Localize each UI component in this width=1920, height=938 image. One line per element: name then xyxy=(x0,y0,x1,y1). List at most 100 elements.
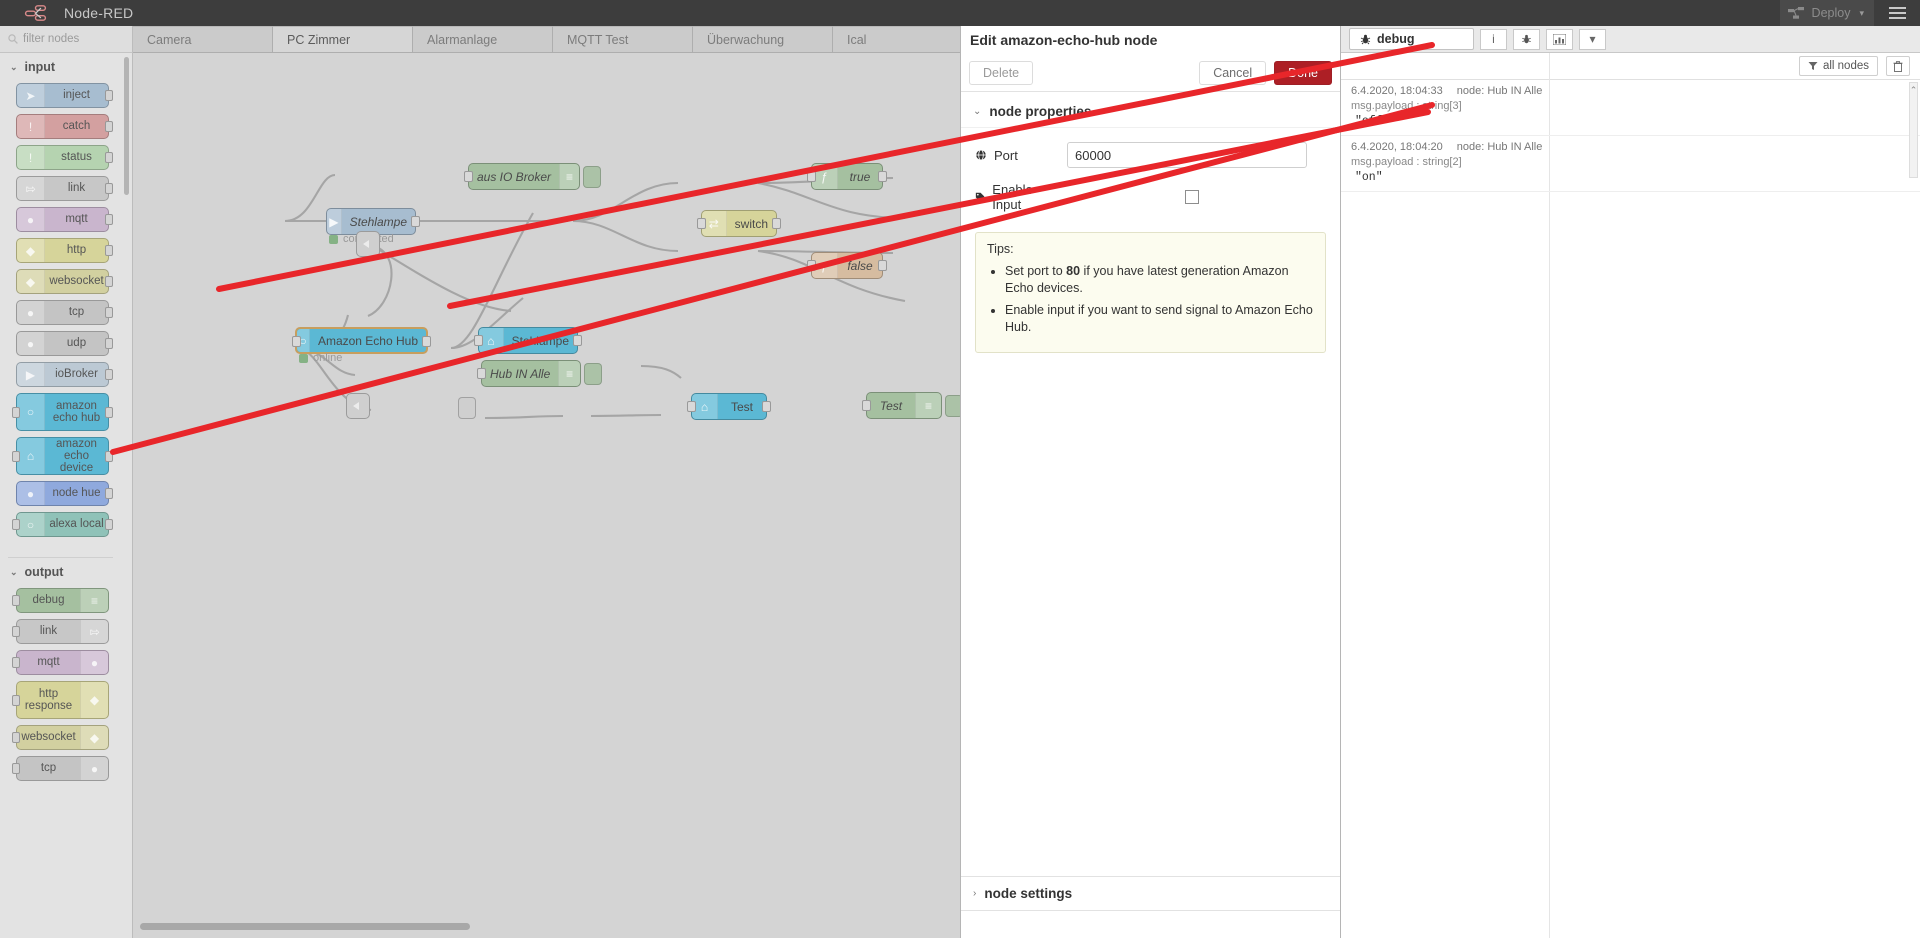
palette-node-node-hue[interactable]: ● node hue xyxy=(16,481,113,506)
info-icon[interactable]: i xyxy=(1480,28,1507,50)
palette-node-websocket[interactable]: ◆ websocket xyxy=(16,269,113,294)
link-node-a[interactable] xyxy=(356,231,380,257)
port-out[interactable] xyxy=(105,407,113,418)
port-out[interactable] xyxy=(105,276,113,287)
hamburger-menu-icon[interactable] xyxy=(1874,0,1920,26)
deploy-button[interactable]: Deploy ▾ xyxy=(1779,0,1874,26)
flow-tab-pc-zimmer[interactable]: PC Zimmer xyxy=(273,26,413,52)
done-button[interactable]: Done xyxy=(1274,60,1332,85)
palette-node-amazon-echo-hub[interactable]: ○ amazon echo hub xyxy=(12,393,113,431)
palette-scrollbar[interactable] xyxy=(124,57,129,195)
port-in[interactable] xyxy=(12,595,20,606)
port-out[interactable] xyxy=(105,245,113,256)
palette-node-tcp[interactable]: ● tcp xyxy=(16,300,113,325)
debug-scrollbar[interactable]: ⌃ xyxy=(1909,82,1918,178)
palette-node-catch[interactable]: ! catch xyxy=(16,114,113,139)
canvas-node-test-dbg[interactable]: ≡ Test xyxy=(862,392,942,419)
palette-node-inject[interactable]: ➤ inject xyxy=(16,83,113,108)
node-port-in[interactable] xyxy=(477,368,486,379)
tab-debug[interactable]: debug xyxy=(1349,28,1474,50)
palette-node-tcp[interactable]: ● tcp xyxy=(12,756,109,781)
node-port-out[interactable] xyxy=(772,218,781,229)
palette-node-iobroker[interactable]: ▶ ioBroker xyxy=(16,362,113,387)
port-in[interactable] xyxy=(12,519,20,530)
port-out[interactable] xyxy=(105,338,113,349)
port-in[interactable] xyxy=(12,763,20,774)
port-out[interactable] xyxy=(105,488,113,499)
node-port-in[interactable] xyxy=(687,401,696,412)
node-port-in[interactable] xyxy=(292,336,301,347)
canvas-node-amazon-echo-hub[interactable]: ○ Amazon Echo Hub xyxy=(292,327,431,354)
canvas-node-true-1[interactable]: ƒ true xyxy=(807,163,887,190)
node-port-out[interactable] xyxy=(762,401,771,412)
delete-button[interactable]: Delete xyxy=(969,60,1034,85)
port-in[interactable] xyxy=(12,626,20,637)
node-settings-section-header[interactable]: › node settings xyxy=(961,876,1340,910)
inject-stub-node[interactable] xyxy=(458,397,476,419)
chevron-down-icon[interactable]: ▾ xyxy=(1859,8,1864,19)
palette-category-output[interactable]: ⌄ output xyxy=(0,558,121,586)
canvas-node-switch[interactable]: ⇄ switch xyxy=(697,210,781,237)
flow-tab-ical[interactable]: Ical xyxy=(833,26,973,52)
flow-tab-camera[interactable]: Camera xyxy=(133,26,273,52)
debug-message[interactable]: 6.4.2020, 18:04:20 node: Hub IN Alle msg.p… xyxy=(1341,136,1920,192)
palette-search[interactable] xyxy=(0,26,133,53)
debug-message-list[interactable]: 6.4.2020, 18:04:33 node: Hub IN Alle msg.p… xyxy=(1341,80,1920,936)
port-in[interactable] xyxy=(12,451,20,462)
canvas-node-hub-in-alle[interactable]: ≡ Hub IN Alle xyxy=(477,360,581,387)
flow-tab-alarmanlage[interactable]: Alarmanlage xyxy=(413,26,553,52)
palette-node-mqtt[interactable]: ● mqtt xyxy=(12,650,109,675)
port-in[interactable] xyxy=(12,732,20,743)
node-port-in[interactable] xyxy=(862,400,871,411)
search-input[interactable] xyxy=(23,33,123,45)
palette-node-link[interactable]: ⇰ link xyxy=(16,176,113,201)
node-trailer-hub-in-alle[interactable] xyxy=(584,363,602,385)
link-node-b[interactable] xyxy=(346,393,370,419)
palette-node-debug[interactable]: ≡ debug xyxy=(12,588,109,613)
node-port-in[interactable] xyxy=(807,171,816,182)
flow-tab-mqtt-test[interactable]: MQTT Test xyxy=(553,26,693,52)
port-out[interactable] xyxy=(105,451,113,462)
chart-icon[interactable] xyxy=(1546,28,1573,50)
trash-icon[interactable] xyxy=(1886,56,1910,76)
port-out[interactable] xyxy=(105,121,113,132)
node-port-out[interactable] xyxy=(411,216,420,227)
enable-input-checkbox[interactable] xyxy=(1185,190,1199,204)
node-palette[interactable]: ⌄ input ➤ inject! catch! status ⇰ link ● mqtt ◆ htt… xyxy=(0,53,133,938)
debug-message[interactable]: 6.4.2020, 18:04:33 node: Hub IN Alle msg.p… xyxy=(1341,80,1920,136)
port-out[interactable] xyxy=(105,214,113,225)
port-in[interactable] xyxy=(12,695,20,706)
node-port-out[interactable] xyxy=(573,335,582,346)
cancel-button[interactable]: Cancel xyxy=(1199,60,1267,85)
node-port-in[interactable] xyxy=(464,171,473,182)
chevron-down-icon[interactable]: ▾ xyxy=(1579,28,1606,50)
palette-node-http-response[interactable]: ◆ http response xyxy=(12,681,109,719)
port-out[interactable] xyxy=(105,307,113,318)
canvas-node-test-dev[interactable]: ⌂ Test xyxy=(687,393,771,420)
canvas-node-stehlampe-dev[interactable]: ⌂ Stehlampe xyxy=(474,327,582,354)
port-out[interactable] xyxy=(105,90,113,101)
node-port-in[interactable] xyxy=(474,335,483,346)
all-nodes-filter-button[interactable]: all nodes xyxy=(1798,56,1878,76)
node-port-out[interactable] xyxy=(422,336,431,347)
palette-node-status[interactable]: ! status xyxy=(16,145,113,170)
palette-node-udp[interactable]: ● udp xyxy=(16,331,113,356)
port-in[interactable] xyxy=(12,407,20,418)
port-input[interactable] xyxy=(1067,142,1307,168)
node-port-out[interactable] xyxy=(878,260,887,271)
port-out[interactable] xyxy=(105,183,113,194)
node-port-out[interactable] xyxy=(878,171,887,182)
palette-node-websocket[interactable]: ◆ websocket xyxy=(12,725,109,750)
palette-node-mqtt[interactable]: ● mqtt xyxy=(16,207,113,232)
flow-tab-überwachung[interactable]: Überwachung xyxy=(693,26,833,52)
palette-node-http[interactable]: ◆ http xyxy=(16,238,113,263)
scroll-up-arrow-icon[interactable]: ⌃ xyxy=(1910,85,1918,96)
canvas-node-aus-io-broker[interactable]: ≡ aus IO Broker xyxy=(464,163,580,190)
node-trailer-aus-io-broker[interactable] xyxy=(583,166,601,188)
port-out[interactable] xyxy=(105,519,113,530)
port-out[interactable] xyxy=(105,369,113,380)
bug-icon[interactable] xyxy=(1513,28,1540,50)
node-port-in[interactable] xyxy=(807,260,816,271)
port-out[interactable] xyxy=(105,152,113,163)
palette-node-alexa-local[interactable]: ○ alexa local xyxy=(12,512,113,537)
